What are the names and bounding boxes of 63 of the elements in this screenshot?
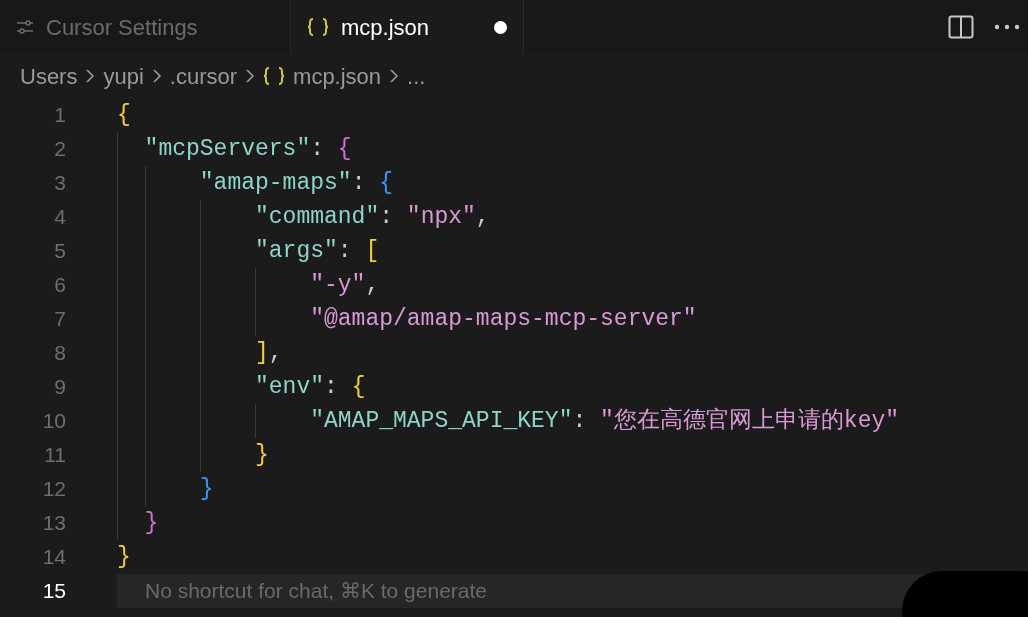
bracket: } bbox=[199, 474, 214, 504]
breadcrumb-item[interactable]: mcp.json bbox=[293, 59, 382, 93]
braces-icon bbox=[307, 17, 329, 37]
punctuation: : bbox=[351, 168, 367, 198]
breadcrumb-item[interactable]: .cursor bbox=[169, 59, 238, 93]
line-number: 4 bbox=[53, 204, 66, 231]
line-number: 10 bbox=[41, 408, 66, 435]
chevron-right-icon bbox=[245, 68, 256, 84]
tab-label: mcp.json bbox=[341, 13, 430, 42]
breadcrumb-item[interactable]: yupi bbox=[103, 59, 144, 93]
tab-label: Cursor Settings bbox=[46, 13, 198, 42]
json-key: "mcpServers" bbox=[144, 131, 311, 167]
sliders-icon bbox=[16, 19, 34, 35]
line-number: 15 bbox=[41, 578, 66, 605]
chevron-right-icon bbox=[389, 68, 400, 84]
punctuation: : bbox=[310, 134, 326, 164]
json-string: "您在高德官网上申请的key" bbox=[600, 406, 900, 436]
json-string: "npx" bbox=[406, 202, 476, 232]
line-number: 13 bbox=[41, 510, 66, 537]
line-number: 8 bbox=[53, 340, 66, 367]
line-number: 3 bbox=[53, 170, 66, 197]
json-key: "args" bbox=[255, 233, 338, 269]
line-number: 7 bbox=[53, 306, 66, 333]
chevron-right-icon bbox=[151, 68, 162, 84]
punctuation: : bbox=[337, 236, 353, 266]
bracket: } bbox=[144, 508, 159, 538]
line-number: 1 bbox=[53, 102, 66, 129]
line-number: 11 bbox=[43, 442, 66, 469]
punctuation: , bbox=[268, 338, 283, 368]
line-number: 6 bbox=[53, 272, 66, 299]
bracket: { bbox=[351, 372, 366, 402]
bracket: } bbox=[117, 542, 131, 572]
bracket: { bbox=[379, 168, 394, 198]
editor-tab[interactable]: Cursor Settings bbox=[0, 0, 290, 54]
editor-tab[interactable]: mcp.json bbox=[290, 0, 524, 54]
json-key: "amap-maps" bbox=[199, 165, 352, 201]
json-string: "@amap/amap-maps-mcp-server" bbox=[310, 304, 697, 334]
bracket: { bbox=[117, 100, 131, 130]
braces-icon bbox=[263, 66, 286, 86]
bracket: [ bbox=[365, 236, 380, 266]
line-number: 14 bbox=[41, 544, 66, 571]
more-icon[interactable] bbox=[994, 24, 1020, 30]
punctuation: : bbox=[324, 372, 339, 402]
punctuation: : bbox=[379, 202, 395, 232]
json-key: "env" bbox=[255, 369, 324, 405]
bracket: ] bbox=[255, 338, 269, 368]
split-editor-icon[interactable] bbox=[948, 15, 974, 39]
inline-hint: No shortcut for chat, ⌘K to generate bbox=[145, 578, 487, 605]
json-string: "-y" bbox=[310, 270, 366, 300]
json-key: "AMAP_MAPS_API_KEY" bbox=[310, 403, 573, 439]
bracket: } bbox=[255, 440, 269, 470]
punctuation: : bbox=[572, 406, 588, 436]
breadcrumb-item[interactable]: Users bbox=[20, 59, 78, 93]
punctuation: , bbox=[365, 270, 380, 300]
chevron-right-icon bbox=[85, 68, 96, 84]
line-number: 5 bbox=[53, 238, 66, 265]
json-key: "command" bbox=[255, 199, 380, 235]
line-number: 2 bbox=[53, 136, 66, 163]
punctuation: , bbox=[475, 202, 490, 232]
line-number: 9 bbox=[53, 374, 66, 401]
bracket: { bbox=[337, 134, 352, 164]
breadcrumb-item[interactable]: ... bbox=[407, 59, 426, 93]
line-number: 12 bbox=[41, 476, 66, 503]
